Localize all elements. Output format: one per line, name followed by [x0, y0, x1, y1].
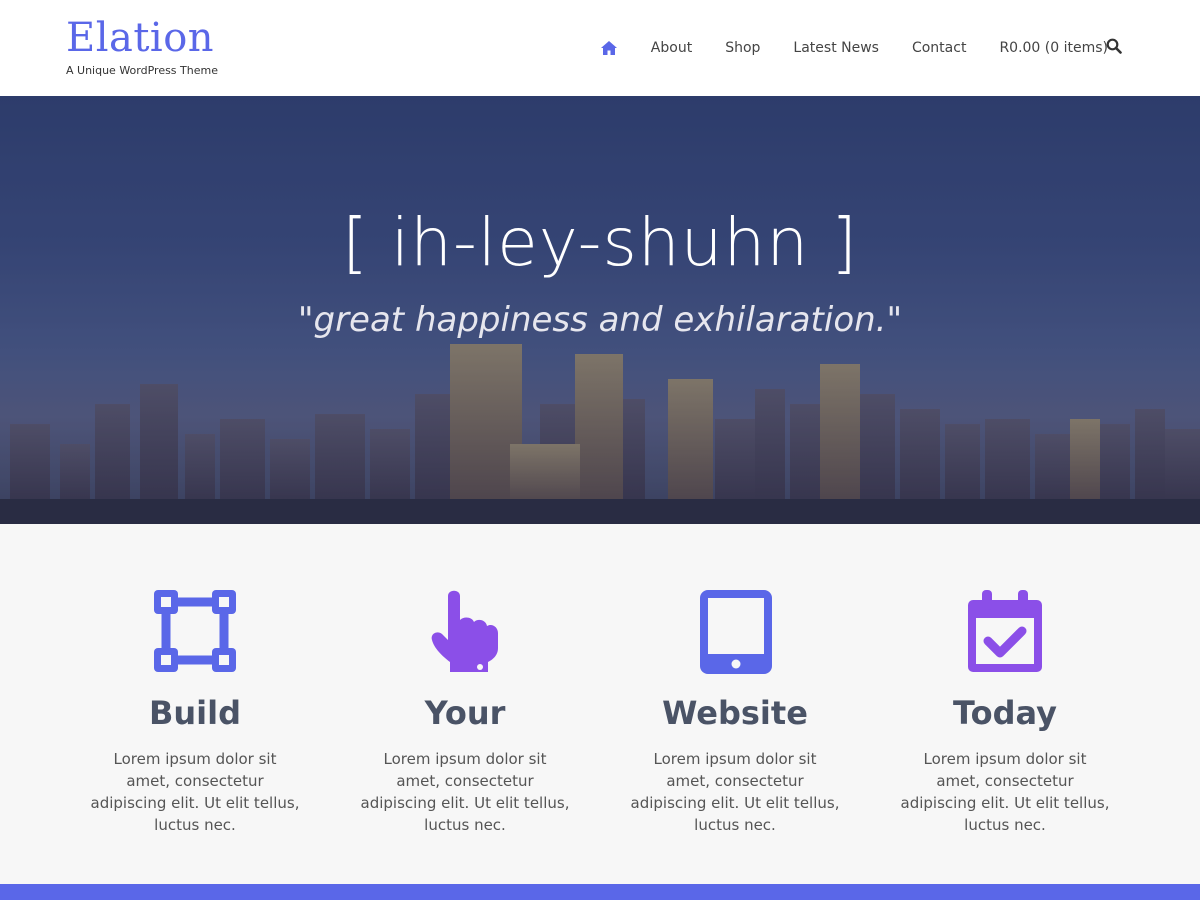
nav-item-contact[interactable]: Contact [912, 40, 966, 56]
feature-item: Your Lorem ipsum dolor sit amet, consect… [330, 586, 600, 836]
feature-title: Your [424, 694, 506, 732]
hero-subtitle: "great happiness and exhilaration." [297, 300, 903, 340]
nav-home-link[interactable] [600, 40, 618, 56]
feature-text: Lorem ipsum dolor sit amet, consectetur … [90, 750, 300, 834]
nav-item-latest-news[interactable]: Latest News [793, 40, 879, 56]
calendar-check-icon [968, 590, 1042, 672]
nav-item-shop[interactable]: Shop [725, 40, 760, 56]
search-button[interactable] [1106, 38, 1122, 54]
footer-accent-bar [0, 884, 1200, 900]
site-branding[interactable]: Elation A Unique WordPress Theme [66, 14, 218, 77]
site-header: Elation A Unique WordPress Theme About S… [0, 0, 1200, 96]
home-icon [600, 41, 617, 55]
nav-item-cart[interactable]: R0.00 (0 items) [999, 40, 1108, 56]
feature-text: Lorem ipsum dolor sit amet, consectetur … [630, 750, 840, 834]
tablet-icon [700, 590, 772, 674]
feature-title: Build [148, 694, 241, 732]
site-tagline: A Unique WordPress Theme [66, 64, 218, 77]
feature-title: Website [662, 694, 808, 732]
hero-banner: [ ih-ley-shuhn ] "great happiness and ex… [0, 96, 1200, 524]
feature-text: Lorem ipsum dolor sit amet, consectetur … [360, 750, 570, 834]
features-section: Build Lorem ipsum dolor sit amet, consec… [60, 586, 1140, 836]
feature-text: Lorem ipsum dolor sit amet, consectetur … [900, 750, 1110, 834]
feature-item: Website Lorem ipsum dolor sit amet, cons… [600, 586, 870, 836]
search-icon [1106, 38, 1122, 54]
site-title[interactable]: Elation [66, 14, 218, 62]
feature-title: Today [953, 694, 1057, 732]
vector-square-icon [154, 590, 236, 672]
feature-item: Today Lorem ipsum dolor sit amet, consec… [870, 586, 1140, 836]
pointing-hand-icon [431, 590, 498, 672]
hero-title: [ ih-ley-shuhn ] [342, 204, 858, 281]
feature-item: Build Lorem ipsum dolor sit amet, consec… [60, 586, 330, 836]
nav-item-about[interactable]: About [651, 40, 692, 56]
main-navigation: About Shop Latest News Contact R0.00 (0 … [600, 36, 1108, 60]
